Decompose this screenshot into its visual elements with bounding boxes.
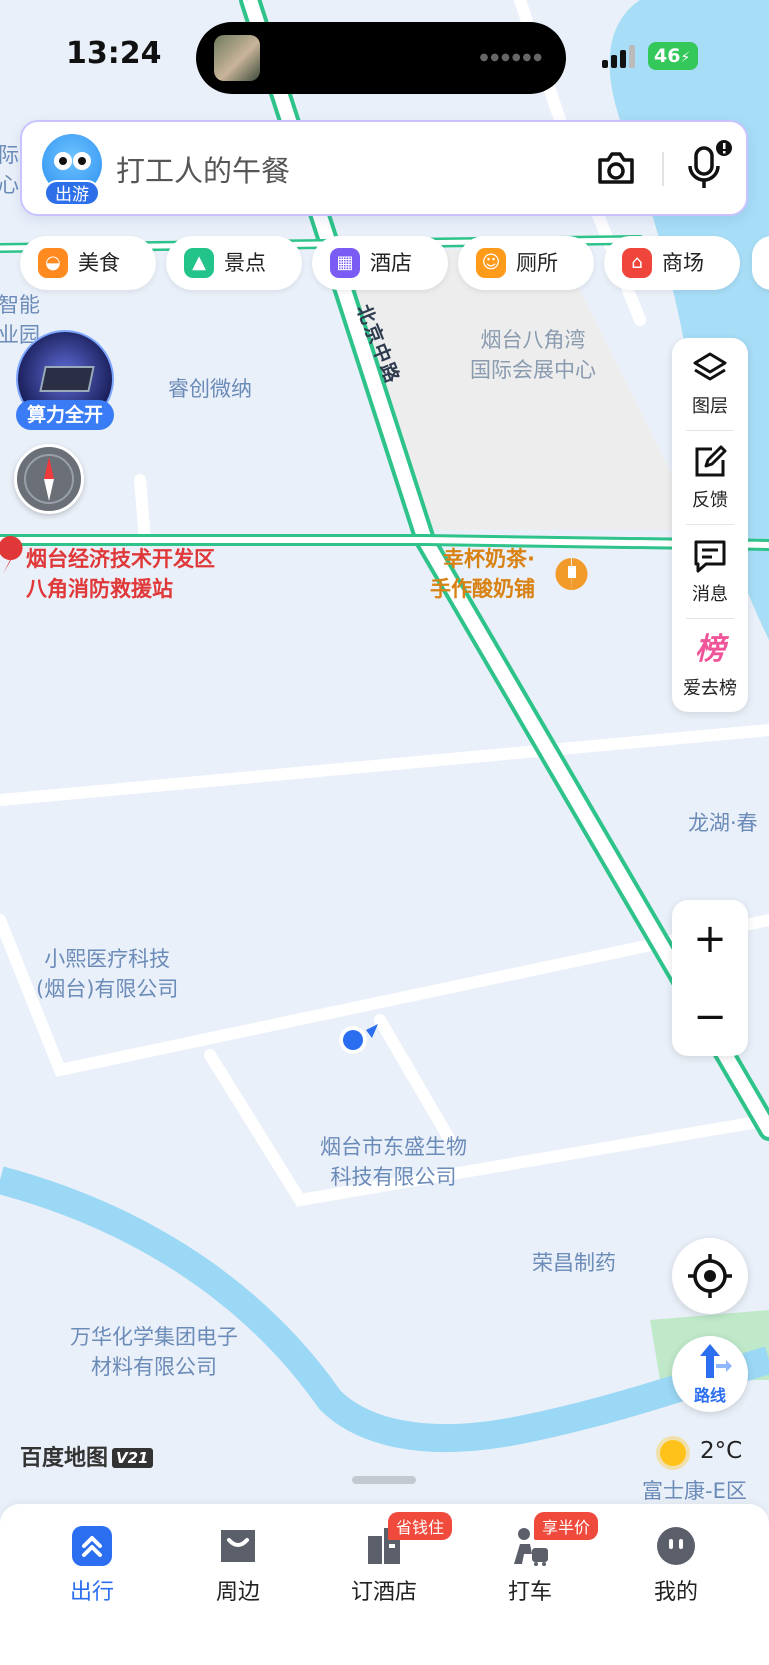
- category-food[interactable]: ◒ 美食: [20, 236, 156, 290]
- tab-travel[interactable]: 出行: [32, 1518, 152, 1608]
- layers-label: 图层: [692, 396, 728, 417]
- route-button[interactable]: 路线: [672, 1336, 748, 1412]
- tab-nearby[interactable]: 周边: [178, 1518, 298, 1608]
- message-icon: [694, 540, 726, 573]
- poi-left-edge-1[interactable]: 际 心: [0, 140, 19, 200]
- feedback-button[interactable]: 反馈: [672, 432, 748, 524]
- category-hotel[interactable]: ▦ 酒店: [312, 236, 448, 290]
- drawer-handle[interactable]: [352, 1476, 416, 1484]
- compass-icon: [24, 454, 74, 504]
- messages-button[interactable]: 消息: [672, 526, 748, 618]
- search-divider: [662, 152, 664, 186]
- layers-icon: [693, 352, 727, 381]
- audio-waveform-icon: ●●●●●●: [479, 52, 544, 63]
- weather-temperature[interactable]: 2°C: [700, 1438, 742, 1464]
- nearby-bag-icon: [221, 1530, 255, 1562]
- category-label: 美食: [78, 251, 120, 275]
- hotel-icon: ▦: [330, 248, 360, 278]
- poi-longhu[interactable]: 龙湖·春: [688, 808, 758, 838]
- profile-icon: [657, 1527, 695, 1565]
- map-tools-panel: 图层 反馈 消息 榜 爱去榜: [672, 338, 748, 712]
- tab-label: 周边: [215, 1580, 260, 1605]
- poi-fire-station[interactable]: 烟台经济技术开发区 八角消防救援站: [26, 544, 215, 604]
- search-input[interactable]: 打工人的午餐: [116, 148, 290, 190]
- tab-label: 出行: [69, 1580, 114, 1605]
- my-location-button[interactable]: [672, 1238, 748, 1314]
- category-toilet[interactable]: ☺ 厕所: [458, 236, 594, 290]
- baidu-map-logo: 百度地图 V21: [20, 1440, 153, 1472]
- now-playing-artwork: [214, 35, 260, 81]
- zoom-in-button[interactable]: +: [672, 900, 748, 978]
- poi-wanhua[interactable]: 万华化学集团电子 材料有限公司: [70, 1322, 238, 1382]
- tab-hotel[interactable]: 省钱住 订酒店: [324, 1512, 453, 1608]
- tab-me[interactable]: 我的: [616, 1518, 736, 1608]
- zoom-out-button[interactable]: −: [672, 978, 748, 1056]
- travel-icon: [72, 1526, 112, 1566]
- layers-button[interactable]: 图层: [672, 338, 748, 430]
- locate-crosshair-icon: [688, 1254, 732, 1298]
- sunny-weather-icon: [660, 1440, 686, 1466]
- poi-rongchang[interactable]: 荣昌制药: [532, 1248, 616, 1278]
- dynamic-island[interactable]: ●●●●●●: [196, 22, 566, 94]
- feedback-edit-icon: [695, 445, 727, 477]
- search-bar[interactable]: 出游 打工人的午餐: [20, 120, 748, 216]
- camera-icon[interactable]: [592, 144, 640, 192]
- bottom-tab-bar: 出行 周边 省钱住 订酒店 享半价 打车 我的: [0, 1504, 769, 1665]
- promo-label: 算力全开: [16, 400, 114, 430]
- tab-label: 订酒店: [350, 1580, 417, 1605]
- microphone-icon[interactable]: [684, 138, 736, 194]
- poi-ruichuang[interactable]: 睿创微纳: [168, 374, 252, 404]
- ranking-button[interactable]: 榜 爱去榜: [672, 620, 748, 712]
- category-label: 景点: [224, 251, 266, 275]
- poi-foxconn[interactable]: 富士康-E区: [642, 1476, 747, 1506]
- category-label: 酒店: [370, 251, 412, 275]
- ranking-icon: 榜: [695, 632, 725, 667]
- brand-name: 百度地图: [20, 1446, 109, 1471]
- taxi-promo-badge: 享半价: [534, 1512, 599, 1540]
- tab-label: 我的: [653, 1580, 698, 1605]
- poi-dongsheng[interactable]: 烟台市东盛生物 科技有限公司: [320, 1132, 467, 1192]
- route-label: 路线: [693, 1386, 726, 1405]
- compass-button[interactable]: [14, 444, 84, 514]
- scenic-icon: ▲: [184, 248, 214, 278]
- hotel-promo-badge: 省钱住: [388, 1512, 453, 1540]
- food-icon: ◒: [38, 248, 68, 278]
- mall-icon: ⌂: [622, 248, 652, 278]
- tab-label: 打车: [507, 1580, 552, 1605]
- poi-expo-center[interactable]: 烟台八角湾 国际会展中心: [470, 325, 596, 385]
- status-time: 13:24: [66, 36, 162, 71]
- mascot-tag: 出游: [44, 180, 100, 206]
- poi-xiaoxi[interactable]: 小熙医疗科技 (烟台)有限公司: [36, 944, 178, 1004]
- battery-level: 46: [654, 45, 681, 67]
- feedback-label: 反馈: [692, 490, 728, 511]
- category-mall[interactable]: ⌂ 商场: [604, 236, 740, 290]
- cellular-signal-icon: [602, 44, 642, 68]
- battery-icon: 46⚡: [648, 42, 698, 70]
- zoom-control: + −: [672, 900, 748, 1056]
- route-arrow-icon: [700, 1344, 732, 1378]
- ranking-label: 爱去榜: [683, 678, 737, 699]
- poi-milk-tea[interactable]: 幸杯奶茶· 手作酸奶铺: [430, 544, 535, 604]
- category-label: 商场: [662, 251, 704, 275]
- category-label: 厕所: [516, 251, 558, 275]
- processor-chip-icon: [39, 366, 95, 392]
- toilet-icon: ☺: [476, 248, 506, 278]
- brand-version: V21: [112, 1448, 153, 1468]
- messages-label: 消息: [692, 584, 728, 605]
- tab-taxi[interactable]: 享半价 打车: [470, 1512, 599, 1608]
- category-scenic[interactable]: ▲ 景点: [166, 236, 302, 290]
